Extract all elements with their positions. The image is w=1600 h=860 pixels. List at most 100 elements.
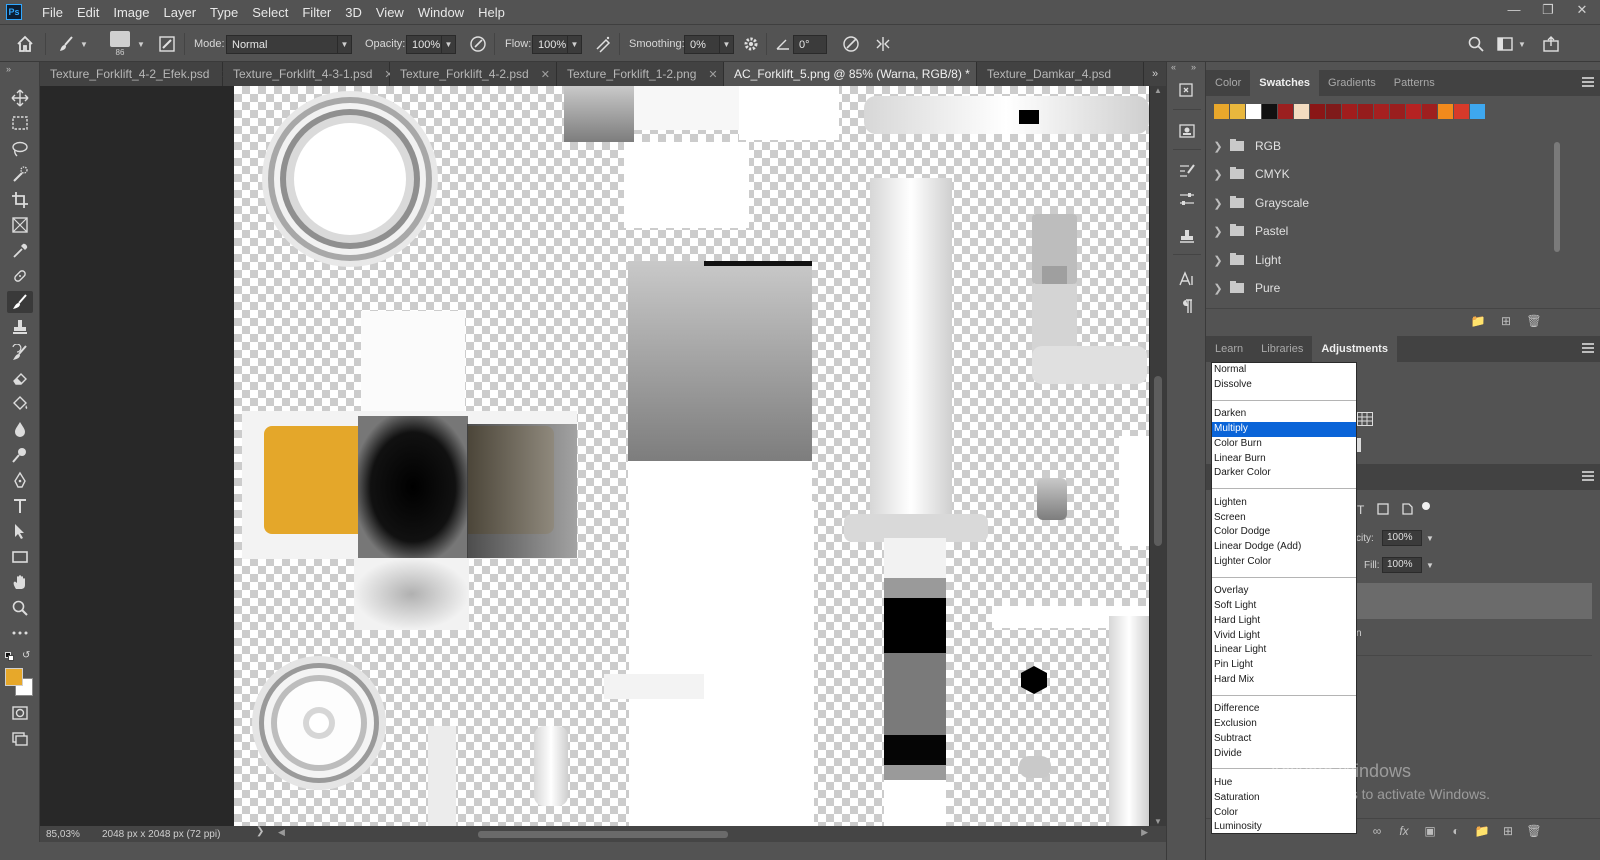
swatches-scrollbar[interactable] [1552,132,1562,308]
color-swatch[interactable] [1390,104,1405,119]
filter-smart-object-icon[interactable] [1400,502,1414,519]
default-colors-icon[interactable] [5,652,14,661]
blend-mode-pin-light[interactable]: Pin Light [1212,658,1356,673]
mode-select[interactable]: Normal [226,34,338,54]
pressure-opacity-icon[interactable] [467,33,489,55]
eyedropper-tool-icon[interactable] [7,240,33,262]
chevron-down-icon[interactable]: ▼ [720,34,734,54]
pressure-size-icon[interactable] [840,33,862,55]
adjustment-layer-icon[interactable]: ◐ [1448,823,1464,839]
screen-mode-icon[interactable] [7,728,33,750]
blend-mode-screen[interactable]: Screen [1212,511,1356,526]
color-swatch[interactable] [1470,104,1485,119]
vertical-scrollbar[interactable]: ▲ ▼ [1150,86,1166,826]
tab-overflow-icon[interactable]: » [1144,62,1166,86]
blend-mode-divide[interactable]: Divide [1212,747,1356,762]
blend-mode-soft-light[interactable]: Soft Light [1212,599,1356,614]
workspace-icon[interactable] [1494,33,1516,55]
new-group-icon[interactable]: 📁 [1470,313,1486,329]
swatch-group-light[interactable]: ❯ Light [1206,246,1552,274]
color-swatch[interactable] [1278,104,1293,119]
menu-layer[interactable]: Layer [157,5,204,20]
tab-patterns[interactable]: Patterns [1385,70,1444,96]
tab-libraries[interactable]: Libraries [1252,336,1312,362]
color-swatch[interactable] [1342,104,1357,119]
color-swatch[interactable] [1438,104,1453,119]
flow-field[interactable]: 100% [532,34,568,54]
lasso-tool-icon[interactable] [7,138,33,160]
channel-mixer-icon[interactable] [1357,412,1373,429]
quick-mask-icon[interactable] [7,702,33,724]
menu-help[interactable]: Help [471,5,512,20]
close-tab-icon[interactable]: ✕ [708,68,717,81]
frame-tool-icon[interactable] [7,214,33,236]
tab-color[interactable]: Color [1206,70,1250,96]
scroll-up-icon[interactable]: ▲ [1150,86,1166,95]
smoothing-field[interactable]: 0% [684,34,720,54]
clone-stamp-tool-icon[interactable] [7,316,33,338]
pen-tool-icon[interactable] [7,469,33,491]
zoom-tool-icon[interactable] [7,597,33,619]
menu-window[interactable]: Window [411,5,471,20]
link-layers-icon[interactable]: ∞ [1369,823,1385,839]
color-swatch[interactable] [1374,104,1389,119]
layer-row-selected[interactable] [1356,583,1592,619]
search-icon[interactable] [1465,33,1487,55]
new-swatch-icon[interactable]: ⊞ [1498,313,1514,329]
brush-settings-icon[interactable] [156,33,178,55]
brush-tool-icon[interactable] [56,33,78,55]
blend-mode-dissolve[interactable]: Dissolve [1212,378,1356,393]
symmetry-icon[interactable] [872,33,894,55]
chevron-right-icon[interactable]: ❯ [1206,168,1230,181]
history-brush-tool-icon[interactable] [7,342,33,364]
tab-document[interactable]: Texture_Damkar_4.psd [977,62,1144,86]
move-tool-icon[interactable] [7,87,33,109]
airbrush-icon[interactable] [592,33,614,55]
scroll-thumb[interactable] [1554,142,1560,252]
filter-shape-icon[interactable] [1376,502,1390,519]
menu-edit[interactable]: Edit [70,5,106,20]
eraser-tool-icon[interactable] [7,367,33,389]
color-swatch[interactable] [1246,104,1261,119]
swatch-group-pastel[interactable]: ❯ Pastel [1206,217,1552,245]
document-canvas[interactable] [234,86,1149,826]
expand-dock-icon[interactable]: » [1191,62,1196,72]
foreground-color-swatch[interactable] [5,668,23,686]
path-selection-tool-icon[interactable] [7,520,33,542]
healing-brush-tool-icon[interactable] [7,265,33,287]
gradient-map-icon[interactable] [1357,438,1361,452]
brush-tool-icon[interactable] [7,291,33,313]
blur-tool-icon[interactable] [7,418,33,440]
fx-icon[interactable]: fx [1396,823,1412,839]
close-tab-icon[interactable]: ✕ [541,68,550,81]
quick-selection-tool-icon[interactable] [7,163,33,185]
tab-adjustments[interactable]: Adjustments [1312,336,1397,362]
layer-opacity-field[interactable]: 100% [1382,530,1422,546]
close-icon[interactable]: ✕ [1574,2,1590,18]
trash-icon[interactable]: 🗑 [1526,823,1542,839]
chevron-right-icon[interactable]: ❯ [1206,225,1230,238]
canvas-area[interactable]: ▲ ▼ [40,86,1166,826]
share-icon[interactable] [1540,33,1562,55]
properties-icon[interactable] [1176,120,1198,142]
menu-view[interactable]: View [369,5,411,20]
tab-swatches[interactable]: Swatches [1250,70,1320,96]
chevron-right-icon[interactable]: ❯ [1206,197,1230,210]
chevron-right-icon[interactable]: ❯ [1206,254,1230,267]
blend-mode-overlay[interactable]: Overlay [1212,584,1356,599]
chevron-down-icon[interactable]: ▼ [338,34,352,54]
clone-source-icon[interactable] [1176,226,1198,248]
color-swatch[interactable] [1422,104,1437,119]
color-swatch[interactable] [1214,104,1229,119]
more-tools-icon[interactable] [7,622,33,644]
tab-gradients[interactable]: Gradients [1319,70,1385,96]
panel-menu-icon[interactable] [1582,471,1594,481]
gear-icon[interactable] [740,33,762,55]
hand-tool-icon[interactable] [7,571,33,593]
panel-menu-icon[interactable] [1582,77,1594,87]
blend-mode-linear-light[interactable]: Linear Light [1212,643,1356,658]
tab-document[interactable]: Texture_Forklift_1-2.png ✕ [557,62,724,86]
new-group-icon[interactable]: 📁 [1474,823,1490,839]
new-layer-icon[interactable]: ⊞ [1500,823,1516,839]
chevron-down-icon[interactable]: ▼ [137,40,145,49]
